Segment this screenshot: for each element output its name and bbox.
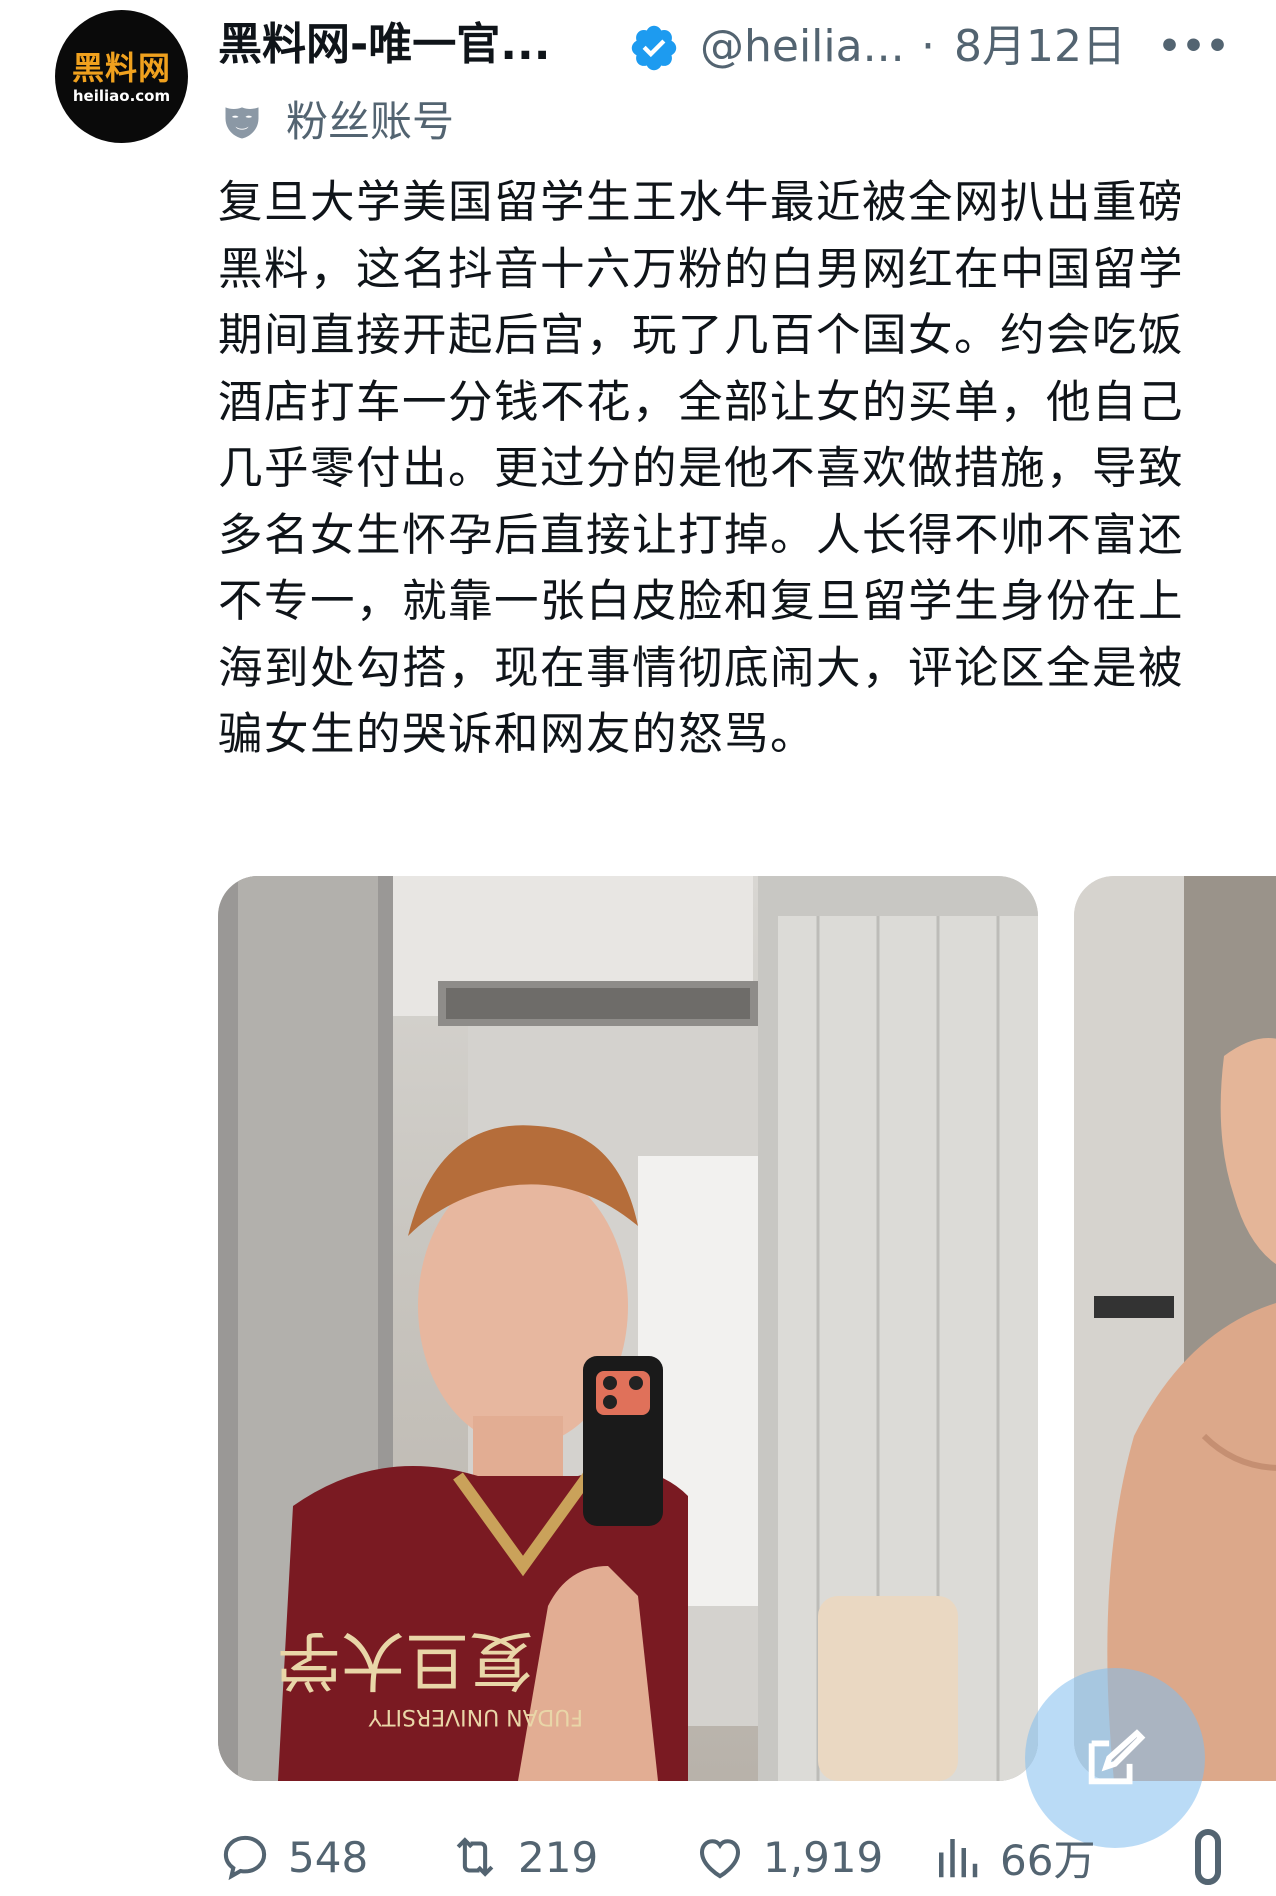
avatar[interactable]: 黑料网 heiliao.com [55, 10, 188, 143]
compose-icon [1088, 1729, 1146, 1785]
photo-1[interactable]: 复旦大学 FUDAN UNIVERSITY [218, 876, 1038, 1781]
repost-icon [456, 1837, 494, 1877]
post-header: 黑料网-唯一官... @heilia... · 8月12日 ••• [218, 12, 1238, 82]
post[interactable]: 黑料网 heiliao.com 黑料网-唯一官... @heilia... · … [0, 0, 1276, 1896]
share-button[interactable] [1186, 1818, 1230, 1896]
share-icon [1195, 1829, 1221, 1885]
avatar-domain-text: heiliao.com [72, 86, 171, 105]
separator-dot: · [921, 21, 935, 72]
views-icon [939, 1839, 978, 1878]
display-name[interactable]: 黑料网-唯一官... [218, 16, 550, 74]
views-button[interactable]: 66万 [930, 1818, 1095, 1896]
account-label-text: 粉丝账号 [286, 97, 455, 146]
media-carousel[interactable]: 复旦大学 FUDAN UNIVERSITY [218, 876, 1276, 1781]
jersey-text: 复旦大学 [277, 1622, 533, 1696]
repost-count: 219 [518, 1832, 599, 1882]
action-bar: 548 219 1,919 66万 [218, 1818, 1276, 1896]
photo-2-illustration [1074, 876, 1276, 1781]
avatar-logo-text: 黑料网 [71, 48, 171, 87]
like-icon [699, 1839, 741, 1879]
jersey-subtext: FUDAN UNIVERSITY [368, 1704, 583, 1729]
account-label: 粉丝账号 [220, 92, 454, 152]
post-date[interactable]: 8月12日 [954, 18, 1126, 76]
repost-button[interactable]: 219 [448, 1818, 598, 1896]
photo-2[interactable] [1074, 876, 1276, 1781]
photo-1-illustration: 复旦大学 FUDAN UNIVERSITY [218, 876, 1038, 1781]
handle[interactable]: @heilia... [700, 18, 905, 76]
reply-icon [223, 1835, 267, 1881]
like-count: 1,919 [763, 1832, 884, 1882]
verified-badge-icon [631, 25, 677, 71]
mask-icon [225, 107, 259, 139]
views-count: 66万 [1000, 1835, 1096, 1885]
reply-count: 548 [288, 1832, 369, 1882]
post-text: 复旦大学美国留学生王水牛最近被全网扒出重磅黑料，这名抖音十六万粉的白男网红在中国… [218, 177, 1185, 760]
reply-button[interactable]: 548 [218, 1818, 368, 1896]
more-icon[interactable]: ••• [1158, 20, 1230, 74]
like-button[interactable]: 1,919 [693, 1818, 883, 1896]
